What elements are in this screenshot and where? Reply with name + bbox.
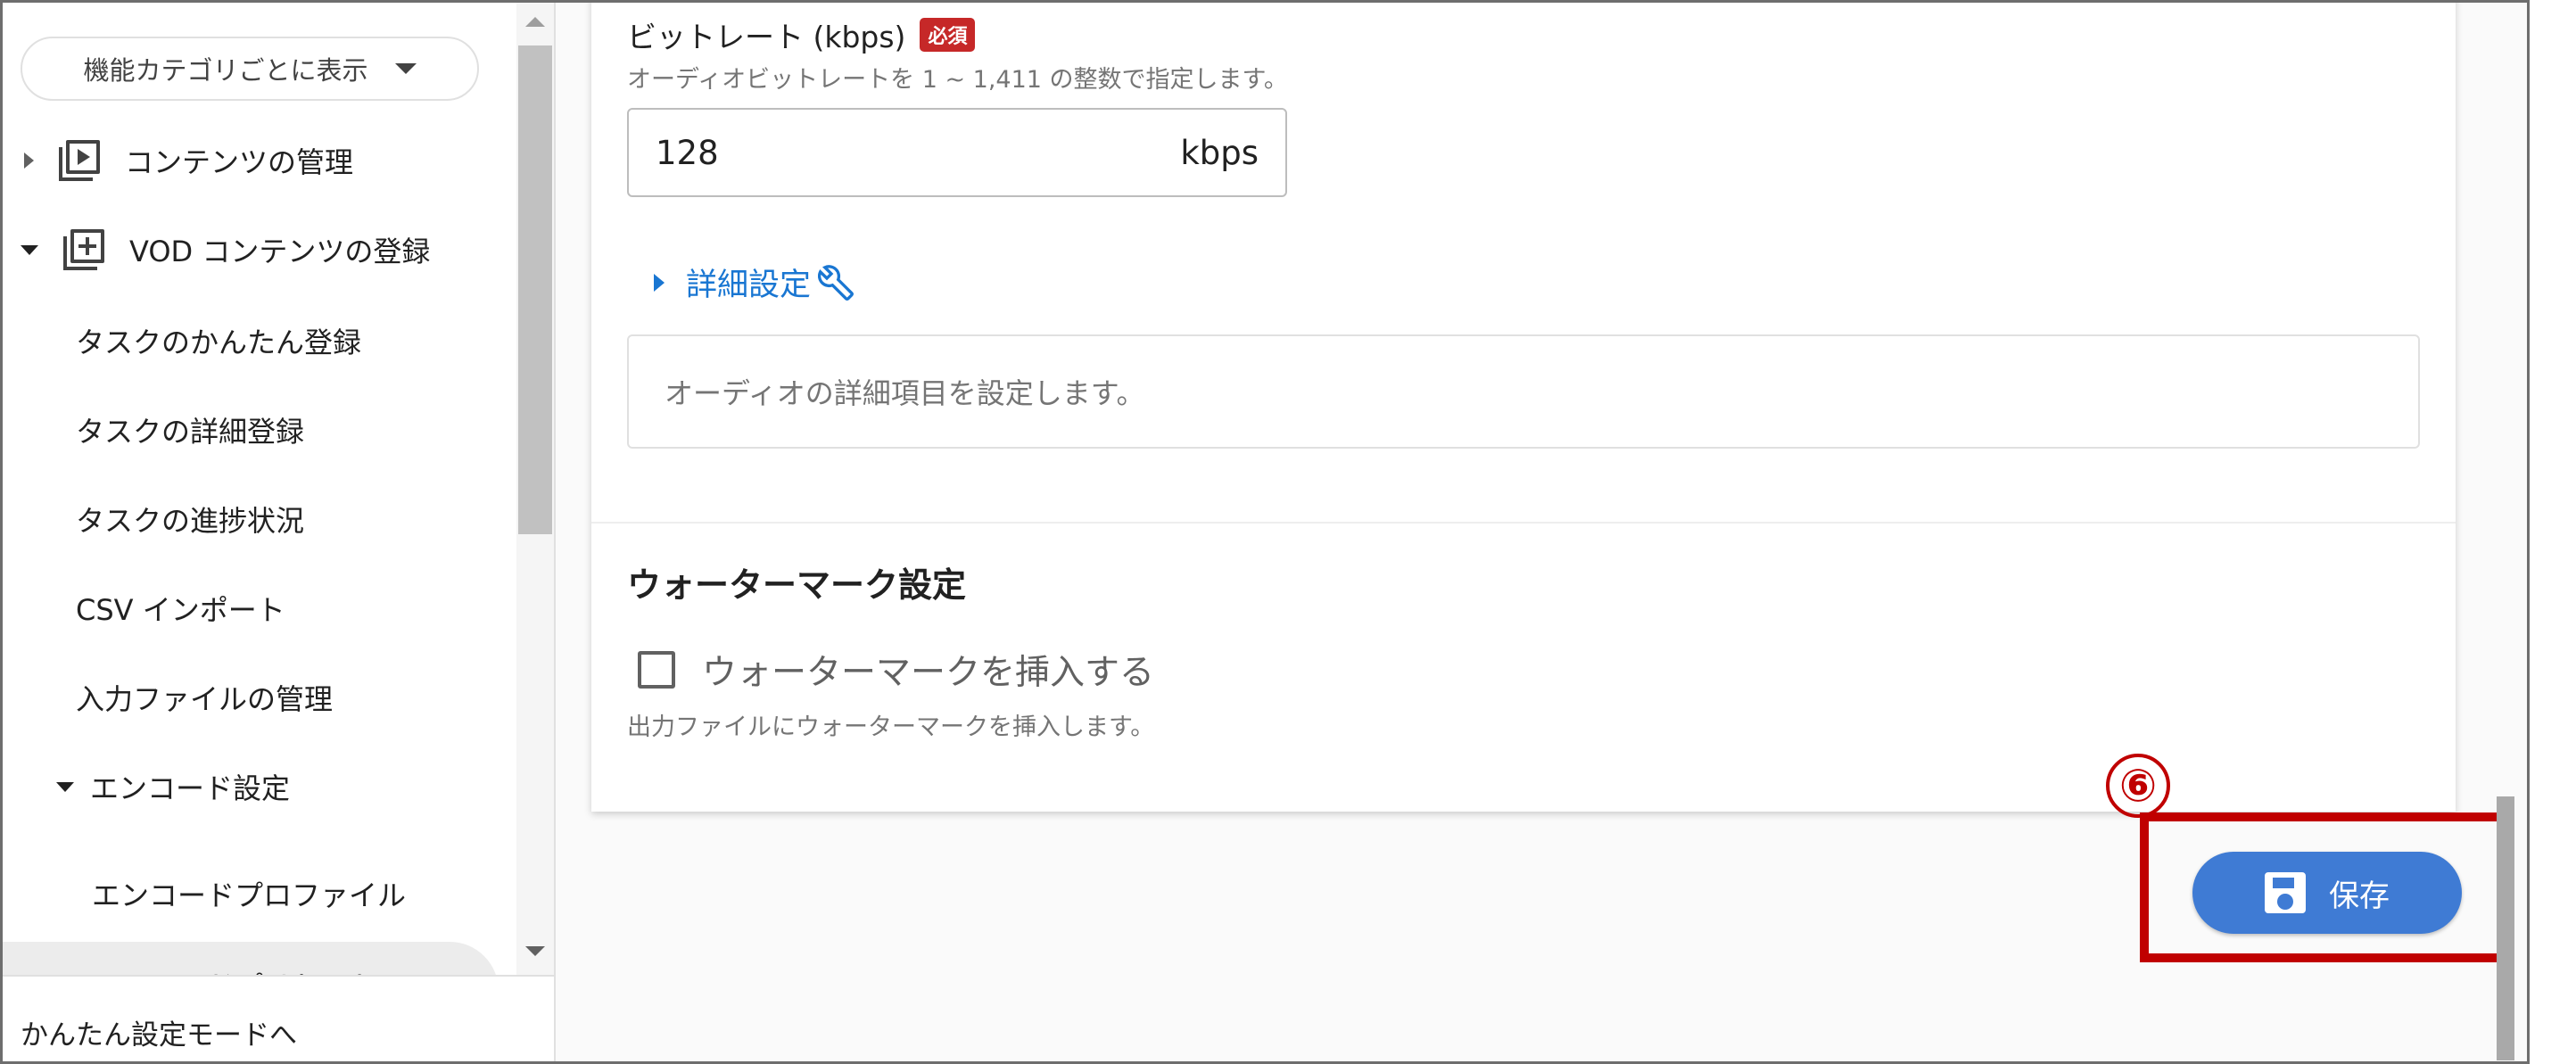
chevron-down-icon [56,781,74,792]
watermark-helper-text: 出力ファイルにウォーターマークを挿入します。 [627,713,1155,741]
sidebar-item-encode-profile[interactable]: エンコードプロファイル [92,873,406,914]
sidebar: 機能カテゴリごとに表示 コンテンツの管理 VOD コンテンツの登録 タスクのかん… [3,3,556,1061]
required-badge: 必須 [920,18,976,52]
sidebar-item-encode-settings[interactable]: エンコード設定 [56,766,290,807]
chevron-right-icon [654,273,665,292]
sidebar-item-label: エンコード設定 [90,771,291,805]
main-scrollbar-thumb[interactable] [2497,796,2514,1060]
advanced-settings-panel: オーディオの詳細項目を設定します。 [627,334,2420,449]
sidebar-scrollbar-thumb[interactable] [518,45,552,534]
bitrate-label: ビットレート (kbps) [627,20,906,54]
scroll-up-arrow-icon[interactable] [525,17,545,27]
advanced-settings-placeholder: オーディオの詳細項目を設定します。 [665,376,1145,410]
bitrate-input[interactable]: 128 kbps [627,108,1287,197]
sidebar-item-label: VOD コンテンツの登録 [129,235,431,268]
watermark-checkbox[interactable] [638,651,675,689]
chevron-down-icon [394,63,417,74]
bitrate-label-row: ビットレート (kbps) 必須 [627,13,976,56]
annotation-step-number: ⑥ [2106,754,2170,818]
settings-card: ビットレート (kbps) 必須 オーディオビットレートを 1 ~ 1,411 … [591,3,2456,812]
sidebar-footer: かんたん設定モードへ [3,975,554,1061]
category-view-label: 機能カテゴリごとに表示 [83,55,368,86]
sidebar-item-content-management[interactable]: コンテンツの管理 [24,138,353,183]
sidebar-item-task-detail-register[interactable]: タスクの詳細登録 [76,409,304,450]
category-view-select[interactable]: 機能カテゴリごとに表示 [21,37,479,101]
sidebar-item-label: コンテンツの管理 [125,145,354,179]
bitrate-helper-text: オーディオビットレートを 1 ~ 1,411 の整数で指定します。 [627,66,1288,94]
sidebar-item-vod-register[interactable]: VOD コンテンツの登録 [21,227,430,272]
easy-mode-link[interactable]: かんたん設定モードへ [21,1012,297,1052]
sidebar-item-task-easy-register[interactable]: タスクのかんたん登録 [76,320,361,361]
watermark-checkbox-label: ウォーターマークを挿入する [702,653,1155,693]
sidebar-item-input-files[interactable]: 入力ファイルの管理 [76,677,333,718]
sidebar-item-label: CSV インポート [76,593,285,627]
sidebar-item-csv-import[interactable]: CSV インポート [76,588,285,629]
sidebar-item-label: タスクの詳細登録 [76,415,305,449]
watermark-checkbox-row[interactable]: ウォーターマークを挿入する [638,645,1154,695]
wrench-icon [818,264,854,301]
bitrate-unit: kbps [1180,133,1259,172]
scroll-down-arrow-icon[interactable] [525,946,545,956]
chevron-down-icon [21,244,38,255]
save-icon [2265,872,2306,913]
video-library-icon [57,138,102,183]
sidebar-item-label: エンコードプロファイル [92,878,407,912]
sidebar-item-label: 入力ファイルの管理 [76,682,334,716]
sidebar-item-label: タスクの進捗状況 [76,504,305,538]
section-divider [591,522,2456,524]
sidebar-item-label: タスクのかんたん登録 [76,326,362,359]
advanced-settings-toggle[interactable]: 詳細設定 [654,260,854,305]
save-button[interactable]: 保存 [2192,852,2462,934]
bitrate-input-value: 128 [656,133,719,172]
advanced-settings-label: 詳細設定 [686,268,812,303]
library-add-icon [62,227,106,272]
chevron-right-icon [24,153,34,169]
sidebar-item-task-progress[interactable]: タスクの進捗状況 [76,499,304,540]
watermark-section-title: ウォーターマーク設定 [627,565,967,605]
save-button-label: 保存 [2329,878,2390,914]
app-frame: 機能カテゴリごとに表示 コンテンツの管理 VOD コンテンツの登録 タスクのかん… [0,0,2530,1064]
